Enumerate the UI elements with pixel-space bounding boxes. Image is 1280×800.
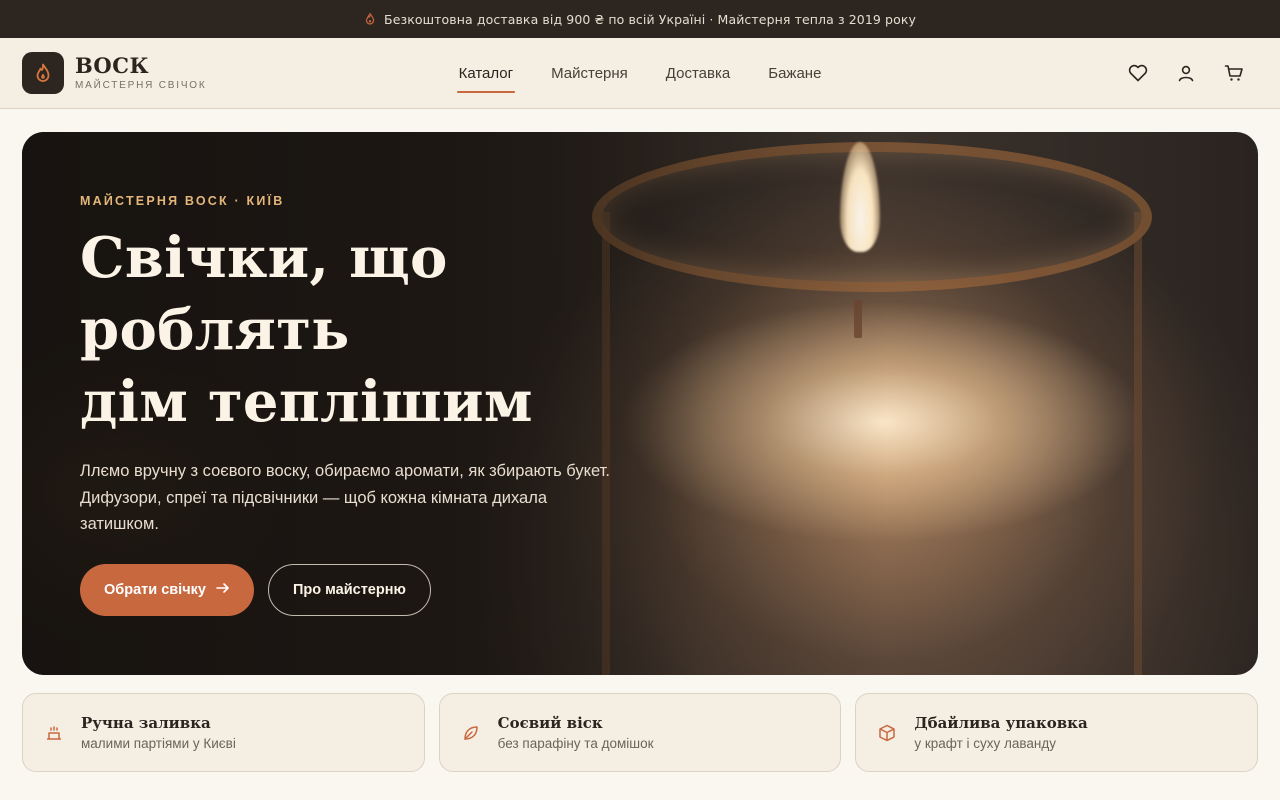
site-header: ВОСК МАЙСТЕРНЯ СВІЧОК Каталог Майстерня … (0, 38, 1280, 109)
heart-icon[interactable] (1126, 61, 1150, 85)
flame-icon (364, 13, 376, 25)
box-icon (876, 722, 898, 744)
feature-card: Соєвий віск без парафіну та домішок (438, 693, 842, 772)
feature-subtitle: без парафіну та домішок (497, 736, 654, 751)
choose-candle-label: Обрати свічку (104, 581, 206, 598)
feature-subtitle: у крафт і суху лаванду (914, 736, 1057, 751)
about-workshop-label: Про майстерню (292, 581, 406, 598)
features-row: Ручна заливка малими партіями у Києві Со… (22, 693, 1259, 772)
logo-flame-icon (22, 52, 64, 94)
hero-actions: Обрати свічку Про майстерню (80, 563, 640, 616)
logo[interactable]: ВОСК МАЙСТЕРНЯ СВІЧОК (22, 52, 207, 94)
arrow-right-icon (216, 582, 230, 598)
candle-flame (840, 142, 880, 252)
header-actions (1126, 61, 1258, 85)
about-workshop-button[interactable]: Про майстерню (267, 563, 431, 616)
feature-title: Соєвий віск (497, 714, 603, 732)
nav-item-catalog[interactable]: Каталог (456, 59, 516, 93)
choose-candle-button[interactable]: Обрати свічку (80, 563, 254, 616)
feature-card: Дбайлива упаковка у крафт і суху лаванду (855, 693, 1259, 772)
nav-item-delivery[interactable]: Доставка (664, 59, 732, 88)
brand-tagline: МАЙСТЕРНЯ СВІЧОК (75, 80, 207, 92)
candle-icon (43, 722, 65, 744)
hero-content: МАЙСТЕРНЯ ВОСК · КИЇВ Свічки, що роблять… (80, 194, 640, 616)
hero-description: Ллємо вручну з соєвого воску, обираємо а… (80, 462, 610, 533)
announcement-bar: Безкоштовна доставка від 900 ₴ по всій У… (0, 0, 1280, 38)
hero-eyebrow: МАЙСТЕРНЯ ВОСК · КИЇВ (80, 194, 285, 208)
nav-item-wishlist[interactable]: Бажане (766, 59, 823, 88)
brand-name: ВОСК (75, 52, 150, 78)
feature-subtitle: малими партіями у Києві (81, 736, 236, 751)
candle-jar-rim (592, 142, 1152, 292)
feature-title: Дбайлива упаковка (914, 714, 1088, 732)
candle-jar (602, 212, 1142, 675)
feature-card: Ручна заливка малими партіями у Києві (22, 693, 425, 772)
nav-item-workshop[interactable]: Майстерня (549, 59, 630, 88)
leaf-icon (460, 722, 482, 744)
cart-icon[interactable] (1222, 61, 1246, 85)
hero-banner: МАЙСТЕРНЯ ВОСК · КИЇВ Свічки, що роблять… (22, 132, 1258, 675)
user-icon[interactable] (1174, 61, 1198, 85)
announcement-text: Безкоштовна доставка від 900 ₴ по всій У… (384, 11, 916, 27)
candle-wick (854, 300, 862, 338)
feature-title: Ручна заливка (81, 714, 211, 732)
hero-title: Свічки, що роблять дім теплішим (80, 225, 533, 435)
